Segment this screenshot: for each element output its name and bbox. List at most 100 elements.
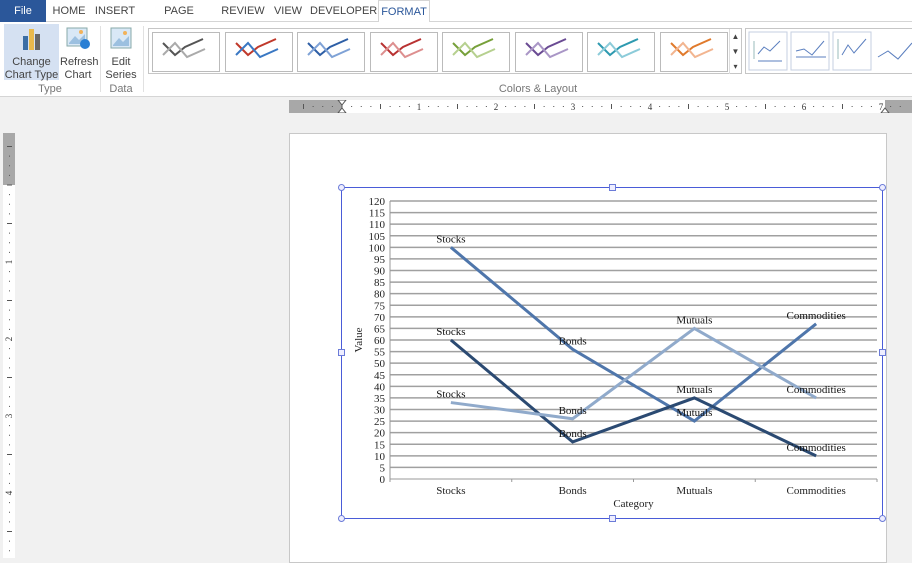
resize-handle[interactable] [338,349,345,356]
style-line-light [597,41,641,59]
y-tick-label: 90 [374,266,386,278]
y-tick-label: 120 [369,196,386,208]
color-style-swatch[interactable] [587,32,655,72]
style-line-light [669,41,713,59]
style-line-light [452,41,496,59]
color-style-swatch[interactable] [369,32,438,72]
series-line-1 [449,246,818,423]
gallery-more[interactable]: ▾ [729,59,741,74]
resize-handle[interactable] [879,515,886,522]
vertical-ruler[interactable]: 1 2 3 4 [3,133,15,558]
y-tick-label: 70 [374,312,386,324]
data-label: Bonds [559,335,587,347]
y-tick-label: 35 [374,393,386,405]
x-tick-label: Commodities [786,485,845,497]
group-label-type: Type [38,83,62,95]
y-tick-label: 15 [374,439,386,451]
y-tick-label: 55 [374,347,386,359]
left-indent-marker [337,107,347,113]
color-style-swatch[interactable] [297,32,365,72]
ruler-label: 3 [571,102,576,112]
refresh-image-icon [66,27,90,49]
data-label: Commodities [786,442,845,454]
tab-file[interactable]: File [0,0,46,22]
ribbon-tabs: File HOME INSERT PAGE LAYOUT REVIEW VIEW… [0,0,912,39]
chart-frame[interactable]: 0 5 10 15 20 25 30 35 40 45 50 55 60 65 70 75 80 85 90 95 10… [338,184,886,522]
group-label-colors-layout: Colors & Layout [498,83,578,95]
gallery-scroll-down[interactable]: ▼ [729,44,741,59]
x-tick-label: Stocks [436,485,465,497]
style-line-light [234,41,278,59]
resize-handle[interactable] [338,184,345,191]
bar-chart-icon [22,29,40,50]
style-line-light [307,41,351,59]
y-tick-label: 100 [369,242,386,254]
ruler-label: 1 [4,260,14,265]
ruler-label: 4 [648,102,653,112]
data-label: Stocks [436,233,465,245]
chart-layout-icons [748,31,912,71]
tab-page-layout[interactable]: PAGE LAYOUT [142,0,216,39]
ruler-label: 5 [725,102,730,112]
style-line-light [524,41,568,59]
y-axis-title: Value [353,327,365,352]
gallery-scroll-up[interactable]: ▲ [729,29,741,44]
data-label: Bonds [559,428,587,440]
y-tick-label: 110 [369,219,386,231]
tab-developer[interactable]: DEVELOPER [310,0,377,22]
y-tick-label: 20 [374,428,386,440]
y-tick-label: 75 [374,300,386,312]
ruler-label: 1 [417,102,422,112]
y-tick-label: 5 [380,462,386,474]
x-tick-label: Bonds [559,485,587,497]
line-chart: 0510152025303540455055606570758085909510… [353,196,878,510]
resize-handle[interactable] [879,349,886,356]
tab-review[interactable]: REVIEW [220,0,266,22]
resize-handle[interactable] [338,515,345,522]
ruler-label: 6 [802,102,807,112]
y-tick-label: 85 [374,277,386,289]
data-label: Mutuals [676,384,712,396]
y-tick-label: 60 [374,335,386,347]
chart-styles-gallery: ▲ ▼ ▾ [148,28,742,74]
tab-insert[interactable]: INSERT [92,0,138,22]
edit-series-button[interactable]: Edit Series [104,24,138,81]
color-style-swatch[interactable] [514,32,583,72]
data-label: Mutuals [676,407,712,419]
y-tick-label: 45 [374,370,386,382]
group-label-data: Data [109,83,133,95]
tab-format[interactable]: FORMAT [378,0,430,23]
y-tick-label: 65 [374,323,386,335]
data-label: Stocks [436,389,465,401]
data-label: Commodities [786,384,845,396]
resize-handle[interactable] [609,515,616,522]
tab-home[interactable]: HOME [50,0,88,22]
color-style-swatch[interactable] [659,32,728,72]
change-chart-type-button[interactable]: Change Chart Type [4,24,59,81]
y-tick-label: 25 [374,416,386,428]
horizontal-ruler[interactable]: 1234567 [289,100,912,113]
first-line-indent-marker [337,100,347,106]
y-tick-label: 30 [374,405,386,417]
ruler-label: 2 [494,102,499,112]
y-tick-label: 0 [380,474,386,486]
ruler-label: 2 [4,337,14,342]
y-tick-label: 40 [374,381,386,393]
color-style-swatch[interactable] [224,32,293,72]
refresh-chart-button[interactable]: Refresh Chart [60,24,99,81]
data-label: Bonds [559,405,587,417]
y-tick-label: 50 [374,358,386,370]
ribbon: Change Chart Type Refresh Chart Edit Ser… [0,22,912,97]
color-style-swatch[interactable] [152,32,220,72]
color-style-swatch[interactable] [442,32,510,72]
style-line-light [379,41,423,59]
y-tick-label: 95 [374,254,386,266]
data-label: Commodities [786,310,845,322]
y-tick-label: 105 [369,231,386,243]
tab-view[interactable]: VIEW [270,0,306,22]
resize-handle[interactable] [879,184,886,191]
resize-handle[interactable] [609,184,616,191]
x-tick-label: Mutuals [676,485,712,497]
y-tick-label: 80 [374,289,386,301]
y-tick-label: 10 [374,451,386,463]
